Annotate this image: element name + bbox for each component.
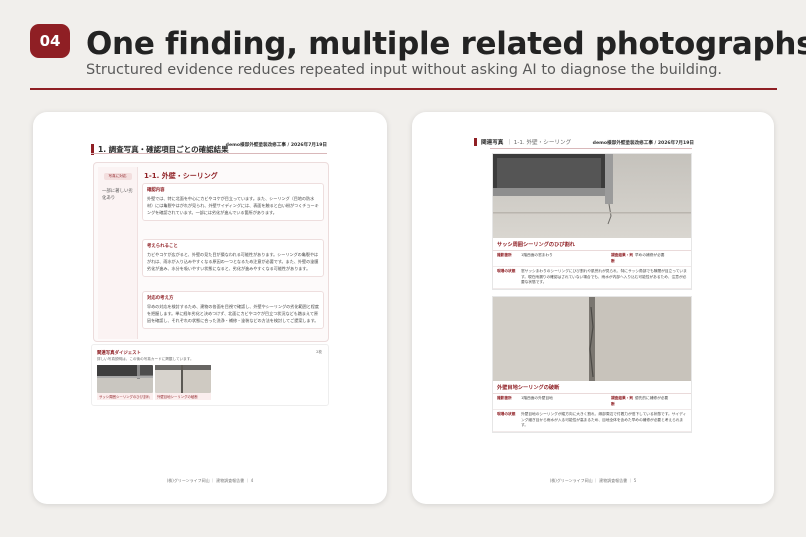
block-heading: 対応の考え方 xyxy=(147,296,174,301)
section-title-text: 関連写真 xyxy=(481,140,504,146)
row-value: 優先的に補修が必要 xyxy=(635,396,669,400)
row-value: 窓サッシまわりのシーリングにひび割れや肌荒れが見られ、特にサッシ角部でも隙間が目… xyxy=(521,269,687,284)
section-title-sub: ｜ 1-1. 外壁・シーリング xyxy=(506,140,572,146)
photo-card: サッシ周囲シーリングのひび割れ 撮影箇所 1階西面の窓まわり 調査結果・判断 早… xyxy=(492,153,692,290)
digest-thumbnail-caption: サッシ周囲シーリングのひび割れ xyxy=(97,393,153,400)
finding-block-implications: 考えられること カビやコケが広がると、外壁の見た目が損なわれる可能性があります。… xyxy=(142,239,324,277)
photo-card-row: 撮影箇所 1階西面の窓まわり 調査結果・判断 早めの補修が必要 xyxy=(493,251,691,267)
row-label: 現場の状態 xyxy=(497,412,516,416)
digest-thumbnail xyxy=(155,365,211,393)
page-footer: (株)グリーンライフ岡山 ｜ 建物調査報告書 ｜ 5 xyxy=(549,478,637,483)
section-number-badge: 04 xyxy=(30,24,70,58)
page-footer: (株)グリーンライフ岡山 ｜ 建物調査報告書 ｜ 4 xyxy=(166,478,254,483)
row-value: 1階西面の窓まわり xyxy=(521,253,553,257)
photo-joint-sealant xyxy=(493,297,691,381)
block-text: 外壁では、特に北面を中心にカビやコケが目立っています。また、シーリング（目地の防… xyxy=(147,196,319,216)
block-heading: 確認内容 xyxy=(147,188,165,193)
digest-count: 2枚 xyxy=(316,350,322,354)
header-divider xyxy=(30,88,777,90)
finding-sidebar: 写真に対応 一部に著しい劣化あり xyxy=(98,167,138,339)
photo-card-title: 外壁目地シーリングの破断 xyxy=(493,381,691,394)
row-label: 撮影箇所 xyxy=(497,396,512,400)
row-label: 調査結果・判断 xyxy=(611,396,634,406)
joint-photo-graphic xyxy=(493,297,691,381)
finding-block-approach: 対応の考え方 早めの対応を検討するため、建物の各面を目視で確認し、外壁やシーリン… xyxy=(142,291,324,329)
block-heading: 考えられること xyxy=(147,244,178,249)
finding-heading: 1-1. 外壁・シーリング xyxy=(144,172,218,180)
slide-subtitle: Structured evidence reduces repeated inp… xyxy=(86,62,723,78)
digest-title: 関連写真ダイジェスト xyxy=(97,351,141,356)
report-page-left: 1. 調査写真・確認項目ごとの確認結果 demo様邸外壁塗装改修工事 / 202… xyxy=(33,112,387,504)
sash-photo-graphic xyxy=(493,154,691,238)
photo-sash-sealant xyxy=(493,154,691,238)
photo-card-row: 現場の状態 外壁目地のシーリングが縦方向に大きく割れ、縁部周辺で付着力が低下して… xyxy=(493,410,691,432)
photo-card: 外壁目地シーリングの破断 撮影箇所 1階西面の外壁目地 調査結果・判断 優先的に… xyxy=(492,296,692,433)
meta-divider xyxy=(490,148,692,149)
severity-label: 一部に著しい劣化あり xyxy=(102,189,133,201)
block-text: カビやコケが広がると、外壁の見た目が損なわれる可能性があります。シーリングの亀裂… xyxy=(147,252,319,272)
block-text: 早めの対応を検討するため、建物の各面を目視で確認し、外壁やシーリングの劣化範囲と… xyxy=(147,304,319,324)
row-value: 外壁目地のシーリングが縦方向に大きく割れ、縁部周辺で付着力が低下している状態です… xyxy=(521,412,687,427)
digest-subtitle: 詳しい写真説明は、この後の写真カードに掲載しています。 xyxy=(97,357,194,361)
photo-linked-tag: 写真に対応 xyxy=(103,173,132,180)
sash-thumbnail-graphic xyxy=(97,365,153,379)
row-label: 現場の状態 xyxy=(497,269,516,273)
report-page-right: 関連写真｜ 1-1. 外壁・シーリング demo様邸外壁塗装改修工事 / 202… xyxy=(412,112,774,504)
row-value: 1階西面の外壁目地 xyxy=(521,396,553,400)
page-section-title: 関連写真｜ 1-1. 外壁・シーリング xyxy=(474,138,571,146)
photo-card-row: 撮影箇所 1階西面の外壁目地 調査結果・判断 優先的に補修が必要 xyxy=(493,394,691,410)
joint-thumbnail-graphic xyxy=(155,365,211,393)
row-label: 調査結果・判断 xyxy=(611,253,634,263)
digest-thumbnail-caption: 外壁目地シーリングの破断 xyxy=(155,393,211,400)
document-meta: demo様邸外壁塗装改修工事 / 2026年7月19日 xyxy=(592,141,694,146)
photo-card-title: サッシ周囲シーリングのひび割れ xyxy=(493,238,691,251)
slide-title: One finding, multiple related photograph… xyxy=(86,26,806,62)
document-meta: demo様邸外壁塗装改修工事 / 2026年7月19日 xyxy=(225,143,327,148)
row-value: 早めの補修が必要 xyxy=(635,253,665,257)
photo-digest: 関連写真ダイジェスト 詳しい写真説明は、この後の写真カードに掲載しています。 2… xyxy=(91,344,329,406)
row-label: 撮影箇所 xyxy=(497,253,512,257)
meta-divider xyxy=(91,153,327,154)
photo-card-row: 現場の状態 窓サッシまわりのシーリングにひび割れや肌荒れが見られ、特にサッシ角部… xyxy=(493,267,691,289)
digest-thumbnail xyxy=(97,365,153,393)
finding-block-content: 確認内容 外壁では、特に北面を中心にカビやコケが目立っています。また、シーリング… xyxy=(142,183,324,221)
finding-card: 写真に対応 一部に著しい劣化あり 1-1. 外壁・シーリング 確認内容 外壁では… xyxy=(93,162,329,342)
